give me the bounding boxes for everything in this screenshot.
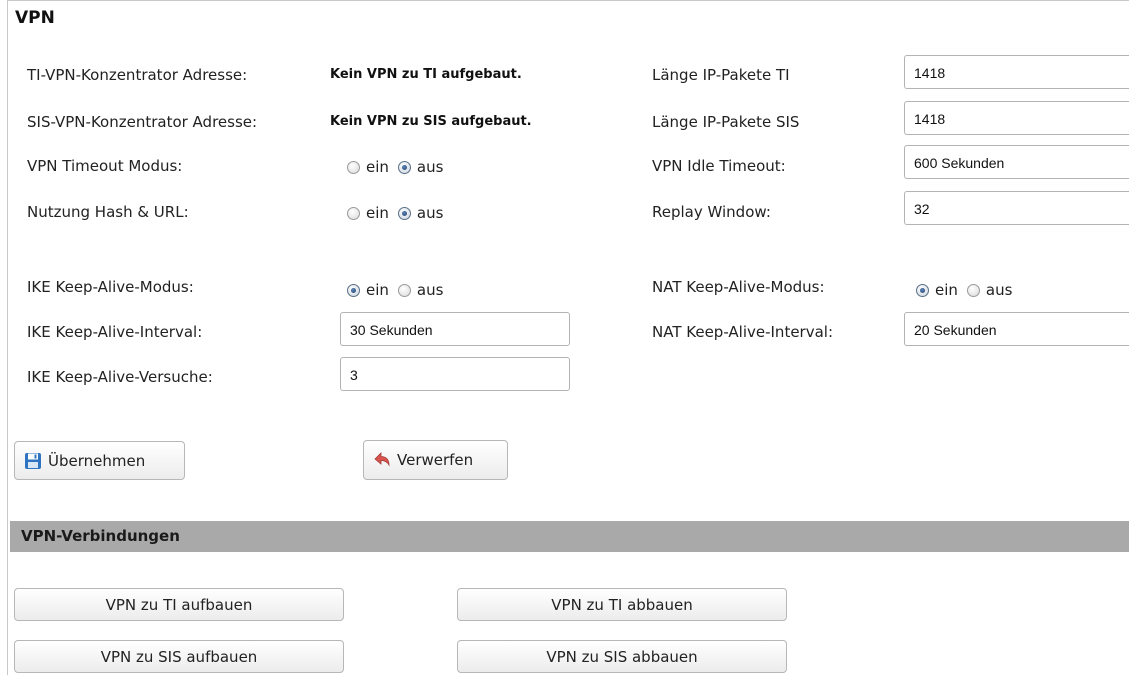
timeout-mode-aus-radio[interactable]: aus <box>397 158 444 176</box>
nat-mode-aus-radio[interactable]: aus <box>966 281 1013 299</box>
nat-mode-ein-radio[interactable]: ein <box>916 281 958 299</box>
radio-checked-icon <box>916 283 929 297</box>
ti-packet-length-input[interactable]: 1418 <box>904 55 1129 89</box>
ike-mode-aus-radio[interactable]: aus <box>397 281 444 299</box>
idle-timeout-label: VPN Idle Timeout: <box>652 157 786 175</box>
apply-button[interactable]: Übernehmen <box>14 441 185 480</box>
nat-interval-label: NAT Keep-Alive-Interval: <box>652 323 834 341</box>
radio-unchecked-icon <box>397 283 411 297</box>
ike-mode-label: IKE Keep-Alive-Modus: <box>27 278 194 296</box>
radio-label: ein <box>366 204 389 222</box>
hash-url-radio-group: ein aus <box>347 204 452 222</box>
hash-url-label: Nutzung Hash & URL: <box>27 203 189 221</box>
radio-label: aus <box>416 158 444 176</box>
timeout-mode-radio-group: ein aus <box>347 158 452 176</box>
radio-checked-icon <box>347 283 360 297</box>
sis-packet-length-input[interactable]: 1418 <box>904 101 1129 135</box>
discard-button-label: Verwerfen <box>397 451 474 469</box>
ike-mode-radio-group: ein aus <box>347 281 452 299</box>
hash-url-ein-radio[interactable]: ein <box>347 204 389 222</box>
ike-interval-input[interactable]: 30 Sekunden <box>340 312 570 346</box>
vpn-ti-disconnect-button[interactable]: VPN zu TI abbauen <box>457 588 787 621</box>
sis-concentrator-value: Kein VPN zu SIS aufgebaut. <box>330 114 532 129</box>
timeout-mode-label: VPN Timeout Modus: <box>27 157 183 175</box>
radio-label: ein <box>366 158 389 176</box>
radio-unchecked-icon <box>966 283 980 297</box>
replay-window-input[interactable]: 32 <box>904 191 1129 225</box>
apply-button-label: Übernehmen <box>48 451 146 470</box>
vpn-sis-disconnect-label: VPN zu SIS abbauen <box>546 647 698 666</box>
radio-unchecked-icon <box>347 206 360 220</box>
ike-attempts-label: IKE Keep-Alive-Versuche: <box>27 368 213 386</box>
vpn-sis-disconnect-button[interactable]: VPN zu SIS abbauen <box>457 640 787 673</box>
sis-concentrator-label: SIS-VPN-Konzentrator Adresse: <box>27 113 258 131</box>
hash-url-aus-radio[interactable]: aus <box>397 204 444 222</box>
vpn-sis-connect-label: VPN zu SIS aufbauen <box>100 647 258 666</box>
ike-attempts-input[interactable]: 3 <box>340 357 570 391</box>
ti-packet-length-label: Länge IP-Pakete TI <box>652 66 790 84</box>
ti-concentrator-label: TI-VPN-Konzentrator Adresse: <box>27 66 248 84</box>
vpn-sis-connect-button[interactable]: VPN zu SIS aufbauen <box>14 640 344 673</box>
page-title: VPN <box>15 8 55 28</box>
radio-label: aus <box>416 204 444 222</box>
discard-button[interactable]: Verwerfen <box>363 440 508 480</box>
radio-checked-icon <box>397 206 411 220</box>
nat-interval-input[interactable]: 20 Sekunden <box>904 312 1129 346</box>
radio-checked-icon <box>397 160 411 174</box>
radio-unchecked-icon <box>347 160 360 174</box>
timeout-mode-ein-radio[interactable]: ein <box>347 158 389 176</box>
vpn-connections-header: VPN-Verbindungen <box>10 521 1129 552</box>
ike-interval-label: IKE Keep-Alive-Interval: <box>27 323 203 341</box>
save-disk-icon <box>25 452 41 469</box>
sis-packet-length-label: Länge IP-Pakete SIS <box>652 113 800 131</box>
vpn-ti-connect-button[interactable]: VPN zu TI aufbauen <box>14 588 344 621</box>
radio-label: aus <box>416 281 444 299</box>
nat-mode-radio-group: ein aus <box>916 281 1021 299</box>
undo-arrow-icon <box>374 452 390 467</box>
radio-label: aus <box>985 281 1013 299</box>
vpn-ti-connect-label: VPN zu TI aufbauen <box>105 595 253 614</box>
ike-mode-ein-radio[interactable]: ein <box>347 281 389 299</box>
nat-mode-label: NAT Keep-Alive-Modus: <box>652 278 825 296</box>
idle-timeout-input[interactable]: 600 Sekunden <box>904 145 1129 179</box>
replay-window-label: Replay Window: <box>652 203 771 221</box>
vpn-ti-disconnect-label: VPN zu TI abbauen <box>551 595 693 614</box>
ti-concentrator-value: Kein VPN zu TI aufgebaut. <box>330 67 522 82</box>
radio-label: ein <box>366 281 389 299</box>
radio-label: ein <box>935 281 958 299</box>
